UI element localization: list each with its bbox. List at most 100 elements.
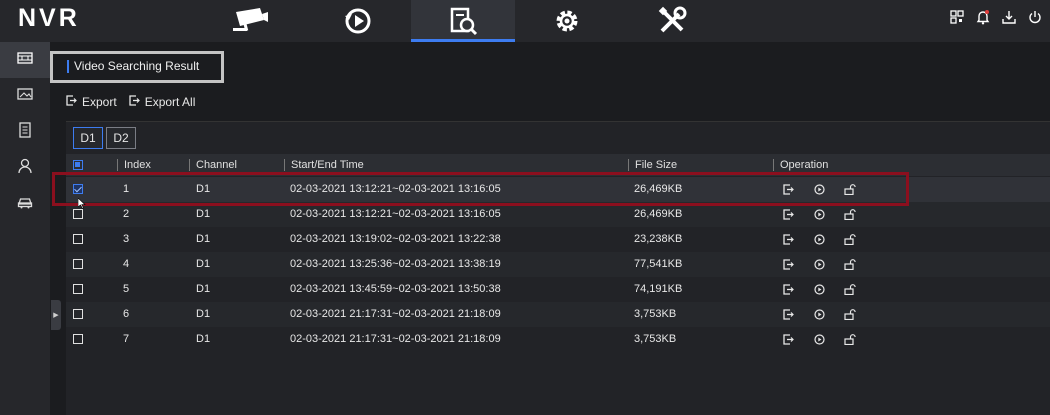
- top-bar: NVR: [0, 0, 1050, 42]
- sidebar-item-document[interactable]: [0, 114, 50, 150]
- lock-button[interactable]: [842, 307, 858, 321]
- app-logo: NVR: [18, 4, 80, 32]
- car-icon: [17, 195, 33, 214]
- cell-channel: D1: [196, 208, 211, 220]
- lock-button[interactable]: [842, 257, 858, 271]
- nav-tab-live-view[interactable]: [198, 0, 302, 42]
- export-icon: [780, 257, 796, 271]
- cell-file-size: 26,469KB: [634, 183, 683, 195]
- qr-code-icon[interactable]: [948, 8, 966, 26]
- page-title: Video Searching Result: [67, 60, 199, 73]
- export-button[interactable]: [780, 307, 796, 321]
- cell-file-size: 26,469KB: [634, 208, 683, 220]
- lock-button[interactable]: [842, 232, 858, 246]
- cell-channel: D1: [196, 258, 211, 270]
- play-button[interactable]: [811, 182, 827, 196]
- column-header-channel[interactable]: Channel: [189, 159, 237, 171]
- sidebar-collapse-handle[interactable]: ▶: [51, 300, 61, 330]
- lock-icon: [842, 282, 858, 296]
- cell-channel: D1: [196, 233, 211, 245]
- sidebar: [0, 42, 50, 415]
- column-header-index[interactable]: Index: [117, 159, 151, 171]
- table-row[interactable]: 3 D1 02-03-2021 13:19:02~02-03-2021 13:22:…: [66, 227, 1050, 252]
- row-checkbox[interactable]: [73, 309, 83, 319]
- nav-tab-maintenance[interactable]: [620, 0, 724, 42]
- play-button[interactable]: [811, 332, 827, 346]
- cell-index: 6: [123, 308, 130, 320]
- lock-icon: [842, 257, 858, 271]
- row-operations: [780, 257, 858, 271]
- tab-d2[interactable]: D2: [106, 127, 136, 149]
- cell-time: 02-03-2021 21:17:31~02-03-2021 21:18:09: [290, 308, 501, 320]
- play-icon: [811, 332, 827, 346]
- results-panel: D1 D2 Index Channel Start/End Time File …: [66, 121, 1050, 415]
- row-checkbox[interactable]: [73, 259, 83, 269]
- nav-tab-search[interactable]: [411, 0, 515, 42]
- sidebar-item-image[interactable]: [0, 78, 50, 114]
- page-title-box: Video Searching Result: [50, 51, 224, 83]
- cell-index: 5: [123, 283, 130, 295]
- export-button[interactable]: [780, 257, 796, 271]
- row-operations: [780, 282, 858, 296]
- nav-tab-settings[interactable]: [515, 0, 619, 42]
- row-checkbox[interactable]: [73, 334, 83, 344]
- table-row[interactable]: 4 D1 02-03-2021 13:25:36~02-03-2021 13:38:…: [66, 252, 1050, 277]
- row-checkbox[interactable]: [73, 184, 83, 194]
- play-icon: [811, 182, 827, 196]
- sidebar-item-video[interactable]: [0, 42, 50, 78]
- export-label: Export: [82, 95, 117, 109]
- export-button[interactable]: [780, 332, 796, 346]
- export-icon: [780, 307, 796, 321]
- search-icon: [448, 6, 478, 36]
- column-header-time[interactable]: Start/End Time: [284, 159, 364, 171]
- table-row[interactable]: 7 D1 02-03-2021 21:17:31~02-03-2021 21:18:…: [66, 327, 1050, 352]
- nav-tab-playback[interactable]: [306, 0, 410, 42]
- image-icon: [17, 87, 33, 106]
- table-row[interactable]: 1 D1 02-03-2021 13:12:21~02-03-2021 13:16:…: [66, 177, 1050, 202]
- export-button[interactable]: [780, 282, 796, 296]
- row-checkbox[interactable]: [73, 234, 83, 244]
- export-button[interactable]: Export: [66, 95, 117, 109]
- cell-file-size: 3,753KB: [634, 333, 677, 345]
- lock-button[interactable]: [842, 207, 858, 221]
- play-icon: [811, 307, 827, 321]
- select-all-checkbox[interactable]: [73, 160, 83, 170]
- lock-button[interactable]: [842, 332, 858, 346]
- table-row[interactable]: 6 D1 02-03-2021 21:17:31~02-03-2021 21:18:…: [66, 302, 1050, 327]
- export-button[interactable]: [780, 232, 796, 246]
- play-icon: [811, 232, 827, 246]
- column-header-operation: Operation: [773, 159, 828, 171]
- table-row[interactable]: 2 D1 02-03-2021 13:12:21~02-03-2021 13:16:…: [66, 202, 1050, 227]
- cell-file-size: 23,238KB: [634, 233, 683, 245]
- export-button[interactable]: [780, 182, 796, 196]
- cell-time: 02-03-2021 13:12:21~02-03-2021 13:16:05: [290, 183, 501, 195]
- table-row[interactable]: 5 D1 02-03-2021 13:45:59~02-03-2021 13:50:…: [66, 277, 1050, 302]
- video-icon: [17, 51, 33, 70]
- lock-button[interactable]: [842, 182, 858, 196]
- bell-icon[interactable]: [974, 8, 992, 26]
- export-button[interactable]: [780, 207, 796, 221]
- row-checkbox[interactable]: [73, 284, 83, 294]
- person-icon: [18, 158, 32, 179]
- play-button[interactable]: [811, 232, 827, 246]
- sidebar-item-person[interactable]: [0, 150, 50, 186]
- power-icon[interactable]: [1026, 8, 1044, 26]
- gear-icon: [553, 7, 581, 35]
- export-icon: [66, 95, 77, 109]
- play-button[interactable]: [811, 257, 827, 271]
- lock-button[interactable]: [842, 282, 858, 296]
- row-operations: [780, 232, 858, 246]
- sidebar-item-vehicle[interactable]: [0, 186, 50, 222]
- play-button[interactable]: [811, 307, 827, 321]
- device-tabs: D1 D2: [73, 127, 136, 149]
- play-button[interactable]: [811, 207, 827, 221]
- play-button[interactable]: [811, 282, 827, 296]
- play-icon: [811, 282, 827, 296]
- cell-time: 02-03-2021 13:45:59~02-03-2021 13:50:38: [290, 283, 501, 295]
- tab-d1[interactable]: D1: [73, 127, 103, 149]
- tools-icon: [657, 6, 687, 36]
- play-icon: [811, 207, 827, 221]
- download-icon[interactable]: [1000, 8, 1018, 26]
- export-all-button[interactable]: Export All: [129, 95, 195, 109]
- column-header-file-size[interactable]: File Size: [628, 159, 677, 171]
